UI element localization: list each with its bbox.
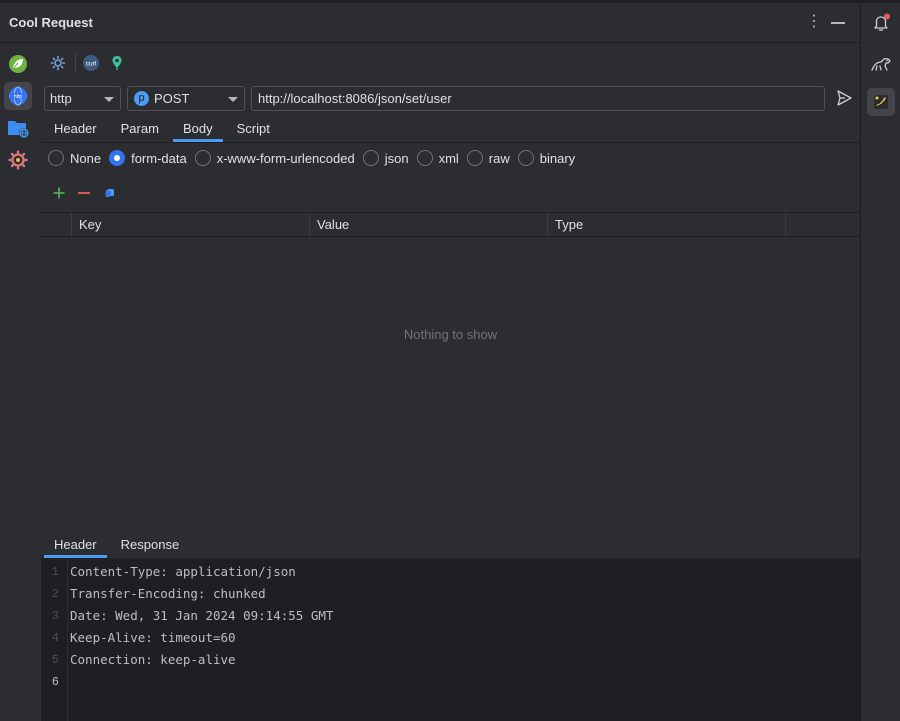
- column-type[interactable]: Type: [547, 213, 785, 237]
- body-type-urlencoded[interactable]: x-www-form-urlencoded: [194, 150, 355, 166]
- more-options-icon[interactable]: ⋮: [806, 12, 822, 32]
- request-toolbar: curl: [44, 52, 244, 74]
- response-header-editor[interactable]: 1 2 3 4 5 6 Content-Type: application/js…: [41, 559, 860, 721]
- radio-none[interactable]: [48, 150, 64, 166]
- svg-text:curl: curl: [86, 61, 97, 68]
- body-type-form-data[interactable]: form-data: [109, 150, 187, 166]
- remove-row-icon[interactable]: [75, 184, 93, 202]
- folder-globe-icon[interactable]: [4, 114, 32, 142]
- line-number: 4: [51, 631, 59, 645]
- add-row-icon[interactable]: [50, 184, 68, 202]
- protocol-value: http: [50, 91, 72, 106]
- params-table-header: Key Value Type: [41, 212, 860, 237]
- method-select[interactable]: p POST: [127, 86, 245, 111]
- copy-row-icon[interactable]: [101, 184, 119, 202]
- tab-body[interactable]: Body: [171, 116, 225, 142]
- right-side-bar: [860, 3, 900, 721]
- left-side-bar: http: [0, 44, 36, 721]
- body-type-json[interactable]: json: [362, 150, 409, 166]
- tab-script[interactable]: Script: [225, 116, 282, 142]
- tool-window-title: Cool Request: [9, 15, 93, 30]
- code-line: Transfer-Encoding: chunked: [70, 586, 266, 601]
- chevron-down-icon: [228, 97, 238, 102]
- svg-text:http: http: [14, 94, 23, 100]
- column-key[interactable]: Key: [71, 213, 309, 237]
- spring-leaf-icon[interactable]: [4, 50, 32, 78]
- tab-param[interactable]: Param: [109, 116, 171, 142]
- send-request-icon[interactable]: [834, 88, 854, 108]
- body-type-binary[interactable]: binary: [517, 150, 575, 166]
- code-line: Content-Type: application/json: [70, 564, 296, 579]
- code-line: Keep-Alive: timeout=60: [70, 630, 236, 645]
- line-number-gutter: 1 2 3 4 5 6: [41, 559, 68, 721]
- chevron-down-icon: [104, 97, 114, 102]
- radio-form-data[interactable]: [109, 150, 126, 166]
- settings-cog-icon[interactable]: [49, 54, 67, 72]
- cool-request-bee-icon[interactable]: [867, 88, 895, 116]
- tool-window-header: Cool Request ⋮: [0, 3, 860, 43]
- settings-gear-icon[interactable]: [4, 146, 32, 174]
- tab-header[interactable]: Header: [42, 116, 109, 142]
- toolbar-separator: [75, 53, 76, 73]
- radio-xml[interactable]: [416, 150, 433, 166]
- line-number: 2: [51, 587, 59, 601]
- line-number: 5: [51, 653, 59, 667]
- column-value[interactable]: Value: [309, 213, 547, 237]
- tabs-divider: [41, 142, 860, 143]
- table-empty-text: Nothing to show: [403, 327, 498, 342]
- response-tabs: Header Response: [42, 532, 191, 558]
- minimize-icon[interactable]: [831, 22, 845, 24]
- code-line: Connection: keep-alive: [70, 652, 236, 667]
- column-extra: [785, 213, 860, 237]
- body-type-xml[interactable]: xml: [416, 150, 459, 166]
- body-type-none[interactable]: None: [48, 150, 101, 166]
- body-type-radio-group: None form-data x-www-form-urlencoded jso…: [48, 148, 583, 168]
- radio-binary[interactable]: [517, 150, 534, 166]
- method-badge-icon: p: [134, 91, 149, 106]
- line-number-current: 6: [51, 675, 59, 689]
- table-actions: [48, 184, 128, 202]
- curl-import-icon[interactable]: curl: [82, 54, 100, 72]
- request-tabs: Header Param Body Script: [42, 116, 282, 142]
- code-line: Date: Wed, 31 Jan 2024 09:14:55 GMT: [70, 608, 334, 623]
- http-globe-icon[interactable]: http: [4, 82, 32, 110]
- radio-json[interactable]: [362, 150, 379, 166]
- line-number: 3: [51, 609, 59, 623]
- radio-urlencoded[interactable]: [194, 150, 211, 166]
- line-number: 1: [51, 565, 59, 579]
- radio-raw[interactable]: [466, 150, 483, 166]
- url-input[interactable]: [251, 86, 825, 111]
- tab-response-body[interactable]: Response: [109, 532, 192, 558]
- tab-response-header[interactable]: Header: [42, 532, 109, 558]
- protocol-select[interactable]: http: [44, 86, 121, 111]
- location-pin-icon[interactable]: [108, 54, 126, 72]
- notifications-bell-icon[interactable]: [867, 9, 895, 37]
- body-type-raw[interactable]: raw: [466, 150, 510, 166]
- dinosaur-icon[interactable]: [867, 50, 895, 78]
- method-value: POST: [154, 91, 190, 106]
